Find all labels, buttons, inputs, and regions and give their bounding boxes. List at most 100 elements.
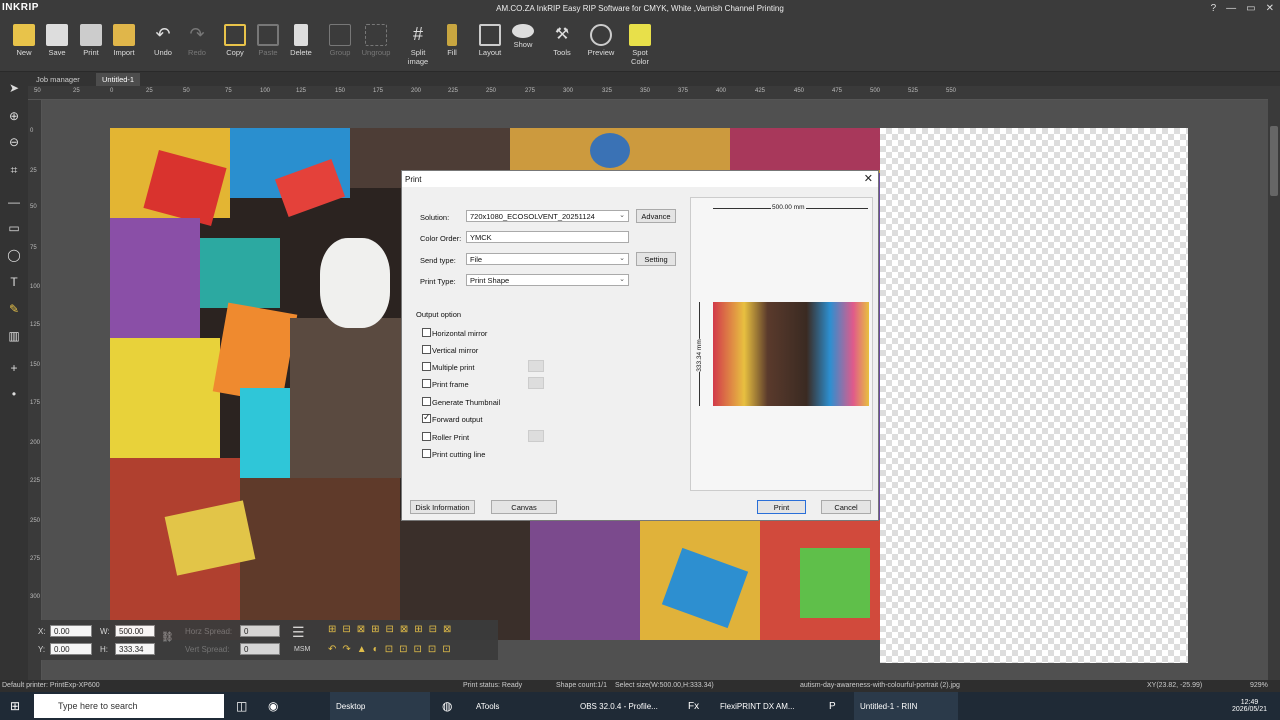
- cancel-button[interactable]: Cancel: [821, 500, 871, 514]
- height-dimension-label: 333.34 mm: [695, 339, 703, 372]
- color-order-field[interactable]: YMCK: [466, 231, 629, 243]
- vert-spread-field[interactable]: 0: [240, 643, 280, 655]
- print-button-dialog[interactable]: Print: [757, 500, 806, 514]
- undo-button[interactable]: ↶ Undo: [146, 24, 180, 57]
- taskbar-item-flexiprint[interactable]: FlexiPRINT DX AM...: [716, 692, 824, 720]
- text-tool-icon[interactable]: T: [6, 274, 22, 290]
- taskbar-clock[interactable]: 12:49 2026/05/21: [1232, 692, 1267, 720]
- horizontal-ruler: 50 25 0 25 50 75 100 125 150 175 200 225…: [28, 86, 1268, 100]
- print-frame-checkbox[interactable]: [422, 379, 431, 388]
- p-app-icon[interactable]: P: [829, 692, 836, 720]
- import-icon: [113, 24, 135, 46]
- transform-tools-icons[interactable]: ↶↷▲◐⊡⊡⊡⊡⊡: [328, 644, 457, 655]
- start-icon[interactable]: ⊞: [10, 692, 20, 720]
- copy-icon: [224, 24, 246, 46]
- save-icon: [46, 24, 68, 46]
- canvas-button[interactable]: Canvas: [491, 500, 557, 514]
- lock-ratio-icon[interactable]: ⛓: [161, 632, 174, 643]
- app-icon[interactable]: ◍: [442, 692, 452, 720]
- height-field[interactable]: 333.34: [115, 643, 155, 655]
- new-button[interactable]: New: [7, 24, 41, 57]
- split-image-button[interactable]: # Split image: [401, 24, 435, 66]
- y-position-field[interactable]: 0.00: [50, 643, 92, 655]
- setting-button[interactable]: Setting: [636, 252, 676, 266]
- layout-button[interactable]: Layout: [473, 24, 507, 57]
- width-field[interactable]: 500.00: [115, 625, 155, 637]
- pen-tool-icon[interactable]: ✎: [6, 301, 22, 317]
- group-button[interactable]: Group: [323, 24, 357, 57]
- maximize-icon[interactable]: ▭: [1246, 3, 1255, 14]
- crop-icon[interactable]: ⌗: [6, 162, 22, 178]
- tab-job-manager[interactable]: Job manager: [30, 73, 86, 86]
- zoom-in-icon[interactable]: ⊕: [6, 108, 22, 124]
- roller-print-settings-button[interactable]: [528, 430, 544, 442]
- roller-print-checkbox[interactable]: [422, 432, 431, 441]
- taskbar-item-atools[interactable]: ATools: [472, 692, 568, 720]
- tab-untitled-1[interactable]: Untitled-1: [96, 73, 141, 86]
- delete-button[interactable]: Delete: [284, 24, 318, 57]
- point-icon[interactable]: •: [6, 386, 22, 402]
- dialog-title: Print: [402, 171, 878, 187]
- fill-button[interactable]: Fill: [435, 24, 469, 57]
- line-tool-icon[interactable]: —: [6, 194, 22, 210]
- print-preview-thumbnail: [713, 302, 869, 406]
- vertical-mirror-checkbox[interactable]: [422, 345, 431, 354]
- file-name: autism-day-awareness-with-colourful-port…: [800, 682, 960, 689]
- forward-output-checkbox[interactable]: [422, 412, 431, 423]
- spot-color-button[interactable]: Spot Color: [623, 24, 657, 66]
- rectangle-tool-icon[interactable]: ▭: [6, 220, 22, 236]
- zoom-out-icon[interactable]: ⊖: [6, 134, 22, 150]
- task-view-icon[interactable]: ◫: [236, 692, 247, 720]
- add-icon[interactable]: +: [6, 360, 22, 376]
- taskbar-item-obs[interactable]: OBS 32.0.4 - Profile...: [576, 692, 680, 720]
- fx-icon[interactable]: Fx: [688, 692, 699, 720]
- alignment-tools-icons[interactable]: ⊞⊟⊠⊞⊟⊠⊞⊟⊠: [328, 624, 457, 635]
- taskbar-item-desktop[interactable]: Desktop: [330, 692, 430, 720]
- scrollbar-thumb[interactable]: [1270, 126, 1278, 196]
- send-type-select[interactable]: File ⌄: [466, 253, 629, 265]
- output-option-label: Output option: [416, 310, 462, 319]
- property-bar: X: 0.00 W: 500.00 Y: 0.00 H: 333.34 ⛓ Ho…: [28, 620, 498, 660]
- print-type-select[interactable]: Print Shape ⌄: [466, 274, 629, 286]
- taskbar-item-inkrip[interactable]: Untitled-1 - RIIN: [854, 692, 958, 720]
- preview-button[interactable]: Preview: [584, 24, 618, 57]
- horizontal-mirror-checkbox[interactable]: [422, 328, 431, 337]
- help-icon[interactable]: ?: [1211, 3, 1217, 14]
- left-toolbox: ➤ ⊕ ⊖ ⌗ — ▭ ◯ T ✎ ▥ + •: [0, 72, 28, 680]
- copy-button[interactable]: Copy: [218, 24, 252, 57]
- barcode-tool-icon[interactable]: ▥: [6, 328, 22, 344]
- layout-icon: [479, 24, 501, 46]
- save-button[interactable]: Save: [40, 24, 74, 57]
- redo-button[interactable]: ↷ Redo: [180, 24, 214, 57]
- solution-select[interactable]: 720x1080_ECOSOLVENT_20251124 ⌄: [466, 210, 629, 222]
- print-button[interactable]: Print: [74, 24, 108, 57]
- align-list-icon[interactable]: ☰: [292, 624, 305, 641]
- minimize-icon[interactable]: —: [1226, 3, 1236, 14]
- import-button[interactable]: Import: [107, 24, 141, 57]
- ellipse-tool-icon[interactable]: ◯: [6, 247, 22, 263]
- disk-information-button[interactable]: Disk Information: [410, 500, 475, 514]
- x-position-field[interactable]: 0.00: [50, 625, 92, 637]
- taskbar-search-input[interactable]: Type here to search: [34, 694, 224, 718]
- windows-taskbar: ⊞ Type here to search ◫ ◉ Desktop ◍ AToo…: [0, 692, 1280, 720]
- show-button[interactable]: Show: [506, 24, 540, 49]
- paste-button[interactable]: Paste: [251, 24, 285, 57]
- generate-thumbnail-checkbox[interactable]: [422, 397, 431, 406]
- chrome-icon[interactable]: ◉: [268, 692, 278, 720]
- vertical-scrollbar[interactable]: [1268, 86, 1280, 680]
- ungroup-button[interactable]: Ungroup: [359, 24, 393, 57]
- print-cutting-line-checkbox[interactable]: [422, 449, 431, 458]
- advance-button[interactable]: Advance: [636, 209, 676, 223]
- select-tool-icon[interactable]: ➤: [6, 80, 22, 96]
- print-frame-settings-button[interactable]: [528, 377, 544, 389]
- tools-button[interactable]: ⚒ Tools: [545, 24, 579, 57]
- multiple-print-settings-button[interactable]: [528, 360, 544, 372]
- msm-label: MSM: [294, 646, 311, 653]
- preview-icon: [590, 24, 612, 46]
- close-icon[interactable]: ✕: [1266, 3, 1274, 14]
- select-size: Select size(W:500.00,H:333.34): [615, 682, 714, 689]
- horz-spread-field[interactable]: 0: [240, 625, 280, 637]
- dialog-close-icon[interactable]: ✕: [864, 172, 873, 185]
- redo-icon: ↷: [189, 24, 205, 44]
- multiple-print-checkbox[interactable]: [422, 362, 431, 371]
